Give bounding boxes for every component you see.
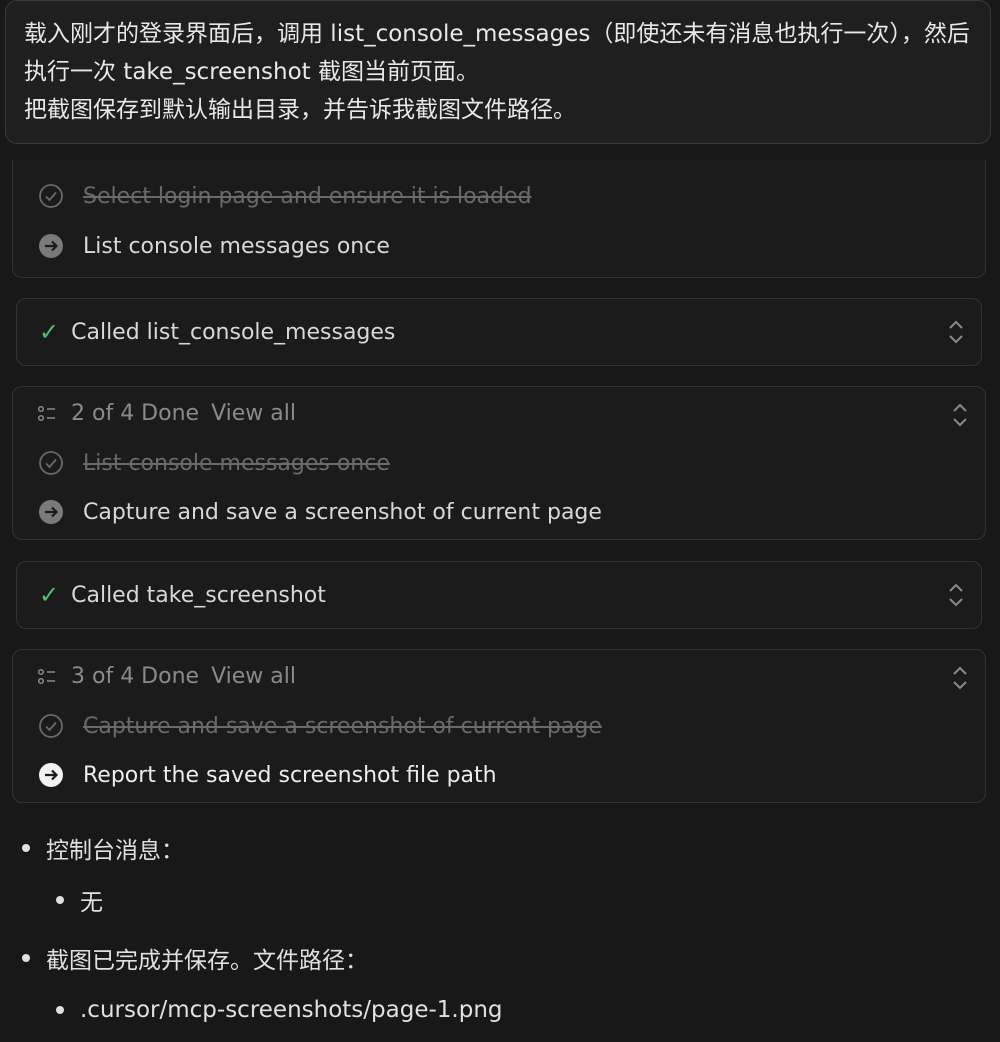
expand-chevron-icon[interactable] bbox=[951, 401, 969, 429]
view-all-link[interactable]: View all bbox=[211, 664, 296, 689]
arrow-circle-icon bbox=[37, 498, 65, 526]
list-item: .cursor/mcp-screenshots/page-1.png bbox=[56, 984, 503, 1036]
check-circle-icon bbox=[37, 182, 65, 210]
todo-item: Capture and save a screenshot of current… bbox=[37, 498, 602, 526]
todo-item: List console messages once bbox=[37, 232, 390, 260]
check-icon: ✓ bbox=[39, 318, 60, 346]
tool-call-card[interactable]: ✓ Called take_screenshot bbox=[16, 561, 982, 629]
tool-call-label: Called list_console_messages bbox=[71, 319, 396, 345]
todo-item-label: Capture and save a screenshot of current… bbox=[83, 499, 602, 525]
todo-card-3: 3 of 4 Done View all Capture and save a … bbox=[12, 649, 986, 803]
todo-header: 2 of 4 Done View all bbox=[37, 401, 296, 426]
todo-card-2: 2 of 4 Done View all List console messag… bbox=[12, 386, 986, 540]
todo-card-1: Select login page and ensure it is loade… bbox=[12, 160, 986, 278]
list-icon bbox=[37, 405, 55, 421]
screenshot-label: 截图已完成并保存。文件路径： bbox=[46, 948, 368, 974]
expand-chevron-icon[interactable] bbox=[947, 581, 965, 609]
expand-chevron-icon[interactable] bbox=[947, 318, 965, 346]
user-prompt: 载入刚才的登录界面后，调用 list_console_messages（即使还未… bbox=[5, 0, 991, 144]
tool-call-card[interactable]: ✓ Called list_console_messages bbox=[16, 298, 982, 366]
todo-item: Select login page and ensure it is loade… bbox=[37, 182, 532, 210]
console-label: 控制台消息： bbox=[46, 838, 184, 864]
arrow-circle-icon bbox=[37, 232, 65, 260]
view-all-link[interactable]: View all bbox=[211, 401, 296, 426]
todo-item: Capture and save a screenshot of current… bbox=[37, 712, 602, 740]
expand-chevron-icon[interactable] bbox=[951, 664, 969, 692]
todo-item-label: Report the saved screenshot file path bbox=[83, 762, 497, 788]
todo-header: 3 of 4 Done View all bbox=[37, 664, 296, 689]
todo-item-label: List console messages once bbox=[83, 233, 390, 259]
todo-progress: 2 of 4 Done bbox=[71, 401, 200, 426]
todo-progress: 3 of 4 Done bbox=[71, 664, 200, 689]
list-icon bbox=[37, 668, 55, 684]
check-circle-icon bbox=[37, 712, 65, 740]
list-item: 无 bbox=[56, 874, 103, 926]
todo-item-label: Capture and save a screenshot of current… bbox=[83, 713, 602, 739]
tool-call-label: Called take_screenshot bbox=[71, 582, 326, 608]
check-icon: ✓ bbox=[39, 581, 60, 609]
list-item: 控制台消息： bbox=[22, 822, 184, 874]
console-value: 无 bbox=[80, 890, 103, 916]
todo-item: Report the saved screenshot file path bbox=[37, 761, 497, 789]
arrow-circle-icon bbox=[37, 761, 65, 789]
check-circle-icon bbox=[37, 449, 65, 477]
list-item: 截图已完成并保存。文件路径： bbox=[22, 932, 368, 984]
todo-item-label: Select login page and ensure it is loade… bbox=[83, 183, 532, 209]
screenshot-path: .cursor/mcp-screenshots/page-1.png bbox=[80, 997, 503, 1023]
todo-item-label: List console messages once bbox=[83, 450, 390, 476]
todo-item: List console messages once bbox=[37, 449, 390, 477]
